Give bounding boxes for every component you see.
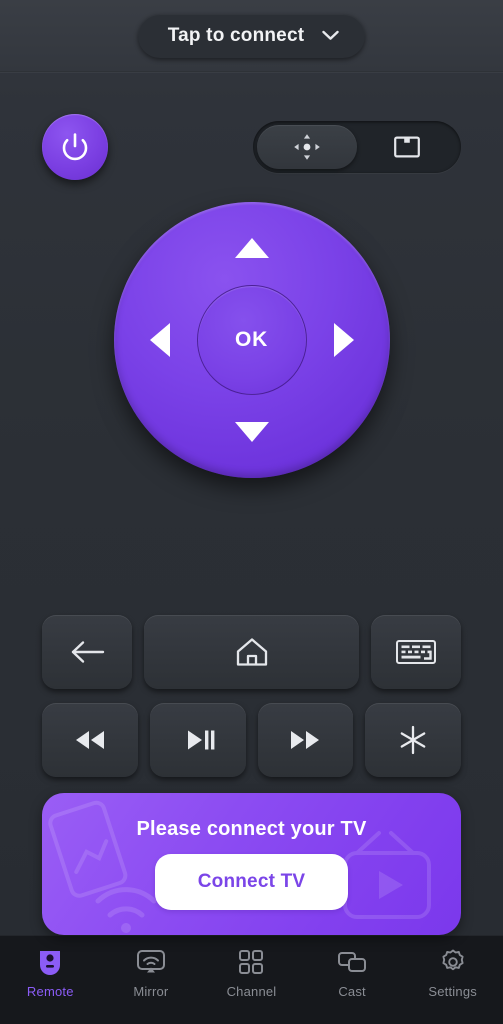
ok-label: OK [234,328,269,351]
nav-label-mirror: Mirror [133,984,169,999]
gear-icon [440,948,466,976]
mode-toggle-dpad[interactable] [257,125,357,169]
tap-to-connect-label: Tap to connect [167,24,305,46]
mode-toggle-touchpad[interactable] [357,125,457,169]
dpad-wrapper: OK [42,202,461,478]
cast-icon [337,948,367,976]
nav-label-channel: Channel [226,984,277,999]
mode-toggle[interactable] [253,121,461,173]
dpad-nav-icon [294,134,320,160]
nav-item-settings[interactable]: Settings [410,948,496,999]
power-icon [62,133,88,161]
dpad-down-button[interactable] [234,422,269,442]
remote-body: OK Please connect your TV Connect TV [0,72,503,935]
nav-label-cast: Cast [338,984,366,999]
phone-decoration-icon [48,800,128,898]
ok-button[interactable]: OK [196,285,307,395]
fast-forward-button[interactable] [257,703,354,777]
connect-tv-button[interactable]: Connect TV [155,854,348,910]
fast-forward-icon [291,731,320,749]
dpad[interactable]: OK [113,202,390,478]
top-bar: Tap to connect [0,0,503,73]
remote-app-screen: Tap to connect OK Please connect your TV… [0,0,503,1024]
power-button[interactable] [42,114,108,180]
tap-to-connect-button[interactable]: Tap to connect [137,13,366,58]
nav-item-remote[interactable]: Remote [7,948,93,999]
banner-title: Please connect your TV [136,818,367,840]
channel-grid-icon [238,948,264,976]
power-and-mode-row [42,114,461,180]
function-button-row [42,615,461,689]
nav-label-settings: Settings [428,984,477,999]
keyboard-button[interactable] [371,615,461,689]
nav-label-remote: Remote [26,984,74,999]
play-pause-icon [187,730,215,750]
mirror-icon [136,948,166,976]
nav-item-channel[interactable]: Channel [208,948,294,999]
dpad-right-button[interactable] [333,323,354,357]
back-button[interactable] [42,615,132,689]
bottom-navigation: Remote Mirror Channel Cast Settings [0,935,503,1024]
home-icon [236,638,267,666]
remote-icon [38,948,62,976]
nav-item-mirror[interactable]: Mirror [108,948,194,999]
chevron-down-icon [322,30,339,40]
back-arrow-icon [71,641,105,663]
rewind-button[interactable] [42,703,138,777]
asterisk-icon [400,725,426,755]
connect-tv-banner: Please connect your TV Connect TV [42,793,461,935]
media-button-row [42,703,461,777]
keyboard-icon [396,640,436,664]
asterisk-button[interactable] [365,703,461,777]
play-pause-button[interactable] [149,703,246,777]
nav-item-cast[interactable]: Cast [309,948,395,999]
rewind-icon [75,731,104,749]
home-button[interactable] [144,615,359,689]
touchpad-icon [394,136,420,158]
dpad-up-button[interactable] [234,238,269,258]
dpad-left-button[interactable] [149,323,170,357]
